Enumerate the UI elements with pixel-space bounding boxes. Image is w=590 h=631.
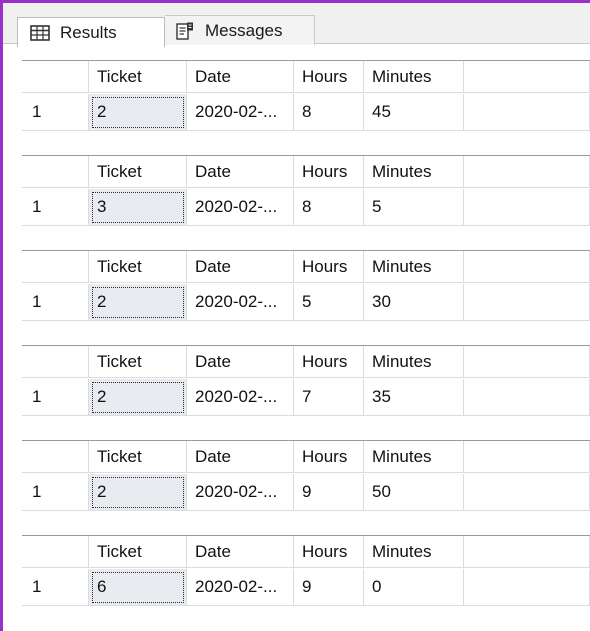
column-header-minutes[interactable]: Minutes bbox=[364, 536, 464, 568]
tab-results[interactable]: Results bbox=[17, 17, 165, 47]
minutes-cell[interactable]: 45 bbox=[364, 94, 464, 131]
column-header-ticket[interactable]: Ticket bbox=[89, 536, 187, 568]
ticket-cell[interactable]: 2 bbox=[89, 379, 187, 416]
ticket-cell[interactable]: 2 bbox=[89, 284, 187, 321]
column-header-minutes[interactable]: Minutes bbox=[364, 251, 464, 283]
tab-results-label: Results bbox=[60, 22, 117, 42]
hours-cell[interactable]: 9 bbox=[294, 474, 364, 511]
row-number[interactable]: 1 bbox=[22, 284, 89, 321]
empty-header-space bbox=[464, 536, 590, 568]
window-accent-bar bbox=[0, 0, 3, 631]
result-grid[interactable]: Ticket Date Hours Minutes 1 2 2020-02-..… bbox=[22, 440, 590, 523]
hours-cell[interactable]: 5 bbox=[294, 284, 364, 321]
hours-cell[interactable]: 7 bbox=[294, 379, 364, 416]
row-number[interactable]: 1 bbox=[22, 189, 89, 226]
result-grids: Ticket Date Hours Minutes 1 2 2020-02-..… bbox=[22, 60, 590, 630]
column-header-date[interactable]: Date bbox=[187, 536, 294, 568]
row-number[interactable]: 1 bbox=[22, 94, 89, 131]
result-grid[interactable]: Ticket Date Hours Minutes 1 2 2020-02-..… bbox=[22, 60, 590, 143]
column-header-minutes[interactable]: Minutes bbox=[364, 156, 464, 188]
date-cell[interactable]: 2020-02-... bbox=[187, 284, 294, 321]
ticket-cell[interactable]: 2 bbox=[89, 474, 187, 511]
date-cell[interactable]: 2020-02-... bbox=[187, 379, 294, 416]
row-number[interactable]: 1 bbox=[22, 379, 89, 416]
empty-header-space bbox=[464, 251, 590, 283]
row-header-corner[interactable] bbox=[22, 61, 89, 93]
results-tabstrip: Results Messages bbox=[3, 3, 590, 47]
column-header-hours[interactable]: Hours bbox=[294, 536, 364, 568]
date-cell[interactable]: 2020-02-... bbox=[187, 94, 294, 131]
minutes-cell[interactable]: 30 bbox=[364, 284, 464, 321]
ticket-cell[interactable]: 2 bbox=[89, 94, 187, 131]
row-header-corner[interactable] bbox=[22, 536, 89, 568]
column-header-date[interactable]: Date bbox=[187, 251, 294, 283]
column-header-date[interactable]: Date bbox=[187, 346, 294, 378]
column-header-minutes[interactable]: Minutes bbox=[364, 346, 464, 378]
minutes-cell[interactable]: 50 bbox=[364, 474, 464, 511]
empty-row-space bbox=[464, 379, 590, 416]
empty-row-space bbox=[464, 189, 590, 226]
column-header-ticket[interactable]: Ticket bbox=[89, 441, 187, 473]
tab-messages-label: Messages bbox=[205, 20, 283, 40]
column-header-ticket[interactable]: Ticket bbox=[89, 251, 187, 283]
hours-cell[interactable]: 8 bbox=[294, 94, 364, 131]
minutes-cell[interactable]: 0 bbox=[364, 569, 464, 606]
date-cell[interactable]: 2020-02-... bbox=[187, 189, 294, 226]
result-grid[interactable]: Ticket Date Hours Minutes 1 6 2020-02-..… bbox=[22, 535, 590, 618]
column-header-hours[interactable]: Hours bbox=[294, 156, 364, 188]
empty-header-space bbox=[464, 156, 590, 188]
column-header-hours[interactable]: Hours bbox=[294, 441, 364, 473]
ticket-cell[interactable]: 6 bbox=[89, 569, 187, 606]
empty-header-space bbox=[464, 346, 590, 378]
results-pane: Results Messages Ticket Date Hours Minut… bbox=[0, 0, 590, 631]
column-header-minutes[interactable]: Minutes bbox=[364, 441, 464, 473]
row-header-corner[interactable] bbox=[22, 251, 89, 283]
empty-row-space bbox=[464, 569, 590, 606]
result-grid[interactable]: Ticket Date Hours Minutes 1 2 2020-02-..… bbox=[22, 345, 590, 428]
minutes-cell[interactable]: 35 bbox=[364, 379, 464, 416]
date-cell[interactable]: 2020-02-... bbox=[187, 474, 294, 511]
result-grid[interactable]: Ticket Date Hours Minutes 1 2 2020-02-..… bbox=[22, 250, 590, 333]
column-header-date[interactable]: Date bbox=[187, 156, 294, 188]
tab-messages[interactable]: Messages bbox=[165, 15, 315, 45]
empty-header-space bbox=[464, 61, 590, 93]
empty-row-space bbox=[464, 474, 590, 511]
hours-cell[interactable]: 9 bbox=[294, 569, 364, 606]
empty-header-space bbox=[464, 441, 590, 473]
row-header-corner[interactable] bbox=[22, 156, 89, 188]
row-header-corner[interactable] bbox=[22, 441, 89, 473]
minutes-cell[interactable]: 5 bbox=[364, 189, 464, 226]
empty-row-space bbox=[464, 284, 590, 321]
row-number[interactable]: 1 bbox=[22, 569, 89, 606]
column-header-minutes[interactable]: Minutes bbox=[364, 61, 464, 93]
ticket-cell[interactable]: 3 bbox=[89, 189, 187, 226]
messages-icon bbox=[175, 21, 195, 41]
column-header-ticket[interactable]: Ticket bbox=[89, 346, 187, 378]
row-header-corner[interactable] bbox=[22, 346, 89, 378]
grid-icon bbox=[30, 24, 50, 41]
column-header-ticket[interactable]: Ticket bbox=[89, 61, 187, 93]
date-cell[interactable]: 2020-02-... bbox=[187, 569, 294, 606]
column-header-date[interactable]: Date bbox=[187, 61, 294, 93]
column-header-hours[interactable]: Hours bbox=[294, 346, 364, 378]
column-header-hours[interactable]: Hours bbox=[294, 61, 364, 93]
row-number[interactable]: 1 bbox=[22, 474, 89, 511]
empty-row-space bbox=[464, 94, 590, 131]
column-header-hours[interactable]: Hours bbox=[294, 251, 364, 283]
column-header-date[interactable]: Date bbox=[187, 441, 294, 473]
hours-cell[interactable]: 8 bbox=[294, 189, 364, 226]
result-grid[interactable]: Ticket Date Hours Minutes 1 3 2020-02-..… bbox=[22, 155, 590, 238]
column-header-ticket[interactable]: Ticket bbox=[89, 156, 187, 188]
